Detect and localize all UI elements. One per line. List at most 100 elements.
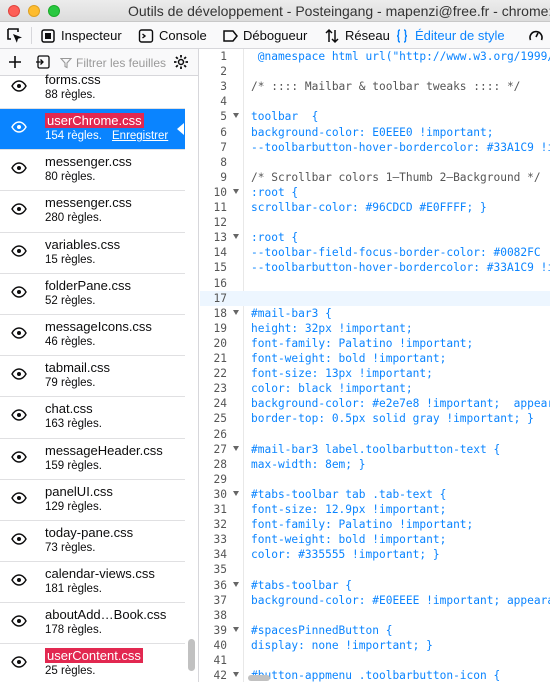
sidebar-settings-button[interactable] — [172, 53, 190, 71]
code-line[interactable]: 22 font-size: 13px !important; — [200, 366, 550, 381]
tab-performance[interactable] — [528, 22, 544, 49]
eye-icon[interactable] — [11, 533, 27, 545]
code-line[interactable]: 41 — [200, 653, 550, 668]
code-line[interactable]: 29 — [200, 472, 550, 487]
code-line[interactable]: 5 toolbar { — [200, 109, 550, 124]
close-window-button[interactable] — [8, 5, 20, 17]
code-line[interactable]: 28 max-width: 8em; } — [200, 457, 550, 472]
zoom-window-button[interactable] — [48, 5, 60, 17]
code-line[interactable]: 6 background-color: E0EEE0 !important; — [200, 125, 550, 140]
code-line[interactable]: 40 display: none !important; } — [200, 638, 550, 653]
code-line[interactable]: 9 /* Scrollbar colors 1—Thumb 2—Backgroun… — [200, 170, 550, 185]
code-line[interactable]: 1 @namespace html url("http://www.w3.org… — [200, 49, 550, 64]
code-line[interactable]: 19 height: 32px !important; — [200, 321, 550, 336]
eye-icon[interactable] — [11, 491, 27, 504]
fold-toggle-icon[interactable] — [233, 234, 239, 240]
tab-console[interactable]: Console — [138, 22, 207, 49]
import-stylesheet-button[interactable] — [34, 53, 52, 71]
filter-field[interactable] — [60, 53, 166, 72]
tab-inspector[interactable]: Inspecteur — [40, 22, 122, 49]
eye-icon[interactable] — [11, 244, 27, 257]
code-line[interactable]: 37 background-color: #E0EEEE !important; … — [200, 593, 550, 608]
stylesheet-item[interactable]: messenger.css 280 règles. — [0, 191, 185, 233]
eye-icon[interactable] — [11, 656, 27, 669]
code-line[interactable]: 30 #tabs-toolbar tab .tab-text { — [200, 487, 550, 502]
fold-toggle-icon[interactable] — [233, 626, 239, 632]
code-line[interactable]: 14 --toolbar-field-focus-border-color: #0… — [200, 245, 550, 260]
stylesheet-item[interactable]: calendar-views.css 181 règles. — [0, 562, 185, 604]
code-line[interactable]: 31 font-size: 12.9px !important; — [200, 502, 550, 517]
code-line[interactable]: 8 — [200, 155, 550, 170]
code-line[interactable]: 12 — [200, 215, 550, 230]
eye-icon[interactable] — [11, 450, 27, 463]
code-line[interactable]: 15 --toolbarbutton-hover-bordercolor: #33… — [200, 260, 550, 275]
eye-icon[interactable] — [11, 409, 27, 422]
element-picker-button[interactable] — [6, 22, 24, 49]
stylesheet-item[interactable]: forms.css 88 règles. — [0, 72, 185, 109]
editor-horizontal-scrollbar[interactable] — [248, 675, 270, 681]
code-line[interactable]: 35 — [200, 562, 550, 577]
stylesheet-item[interactable]: messageHeader.css 159 règles. — [0, 438, 185, 480]
code-line[interactable]: 4 — [200, 94, 550, 109]
code-line[interactable]: 20 font-family: Palatino !important; — [200, 336, 550, 351]
filter-input[interactable] — [76, 55, 166, 70]
code-line[interactable]: 10:root { — [200, 185, 550, 200]
save-stylesheet-link[interactable]: Enregistrer — [112, 130, 168, 142]
stylesheet-item[interactable]: panelUI.css 129 règles. — [0, 479, 185, 521]
code-line[interactable]: 21 font-weight: bold !important; — [200, 351, 550, 366]
eye-icon[interactable] — [11, 121, 27, 133]
stylesheet-item[interactable]: tabmail.css 79 règles. — [0, 356, 185, 398]
fold-toggle-icon[interactable] — [233, 581, 239, 587]
code-line[interactable]: 23 color: black !important; — [200, 381, 550, 396]
code-line[interactable]: 2 — [200, 64, 550, 79]
tab-network[interactable]: Réseau — [324, 22, 390, 49]
eye-icon[interactable] — [11, 368, 27, 380]
stylesheet-item[interactable]: chat.css 163 règles. — [0, 397, 185, 439]
code-line[interactable]: 39 #spacesPinnedButton { — [200, 623, 550, 638]
code-line[interactable]: 38 — [200, 608, 550, 623]
code-line[interactable]: 25 border-top: 0.5px solid gray !importan… — [200, 411, 550, 426]
tab-style-editor[interactable]: Éditeur de style — [394, 22, 505, 49]
code-line[interactable]: 11 scrollbar-color: #96CDCD #E0FFFF; } — [200, 200, 550, 215]
eye-icon[interactable] — [11, 203, 27, 216]
line-number: 19 — [213, 321, 227, 335]
new-stylesheet-button[interactable] — [6, 53, 24, 71]
code-line[interactable]: 27 #mail-bar3 label.toolbarbutton-text { — [200, 442, 550, 457]
fold-toggle-icon[interactable] — [233, 309, 239, 315]
code-line[interactable]: 7 --toolbarbutton-hover-bordercolor: #33A… — [200, 140, 550, 155]
code-line[interactable]: 17 — [200, 290, 550, 306]
stylesheet-item[interactable]: messageIcons.css 46 règles. — [0, 314, 185, 357]
minimize-window-button[interactable] — [28, 5, 40, 17]
code-line[interactable]: 36 #tabs-toolbar { — [200, 578, 550, 593]
eye-icon[interactable] — [11, 574, 27, 586]
eye-icon[interactable] — [11, 286, 27, 298]
code-line[interactable]: 13:root { — [200, 230, 550, 245]
code-line[interactable]: 32 font-family: Palatino !important; — [200, 517, 550, 532]
code-line[interactable]: 33 font-weight: bold !important; — [200, 532, 550, 547]
stylesheet-item[interactable]: folderPane.css 52 règles. — [0, 273, 185, 315]
code-line[interactable]: 34 color: #335555 !important; } — [200, 547, 550, 562]
stylesheet-item[interactable]: aboutAdd…Book.css 178 règles. — [0, 603, 185, 645]
code-line[interactable]: 24 background-color: #e2e7e8 !important; … — [200, 396, 550, 411]
eye-icon[interactable] — [11, 327, 27, 339]
stylesheet-item[interactable]: userChrome.css 154 règles. Enregistrer — [0, 109, 185, 151]
tab-debugger[interactable]: Débogueur — [222, 22, 307, 49]
eye-icon[interactable] — [11, 80, 27, 92]
sidebar-scrollbar[interactable] — [188, 639, 195, 671]
fold-toggle-icon[interactable] — [233, 113, 239, 119]
fold-toggle-icon[interactable] — [233, 672, 239, 678]
stylesheet-item[interactable]: variables.css 15 règles. — [0, 232, 185, 274]
code-line[interactable]: 26 — [200, 427, 550, 442]
stylesheet-item[interactable]: userContent.css 25 règles. — [0, 644, 185, 682]
stylesheet-item[interactable]: today-pane.css 73 règles. — [0, 520, 185, 563]
fold-toggle-icon[interactable] — [233, 445, 239, 451]
eye-icon[interactable] — [11, 162, 27, 174]
eye-icon[interactable] — [11, 615, 27, 627]
code-line[interactable]: 18 #mail-bar3 { — [200, 306, 550, 321]
fold-toggle-icon[interactable] — [233, 188, 239, 194]
code-line[interactable]: 3 /* :::: Mailbar & toolbar tweaks :::: *… — [200, 79, 550, 94]
fold-toggle-icon[interactable] — [233, 490, 239, 496]
code-line[interactable]: 16 — [200, 276, 550, 291]
stylesheet-item[interactable]: messenger.css 80 règles. — [0, 150, 185, 192]
code-editor[interactable]: 1 @namespace html url("http://www.w3.org… — [200, 49, 550, 682]
